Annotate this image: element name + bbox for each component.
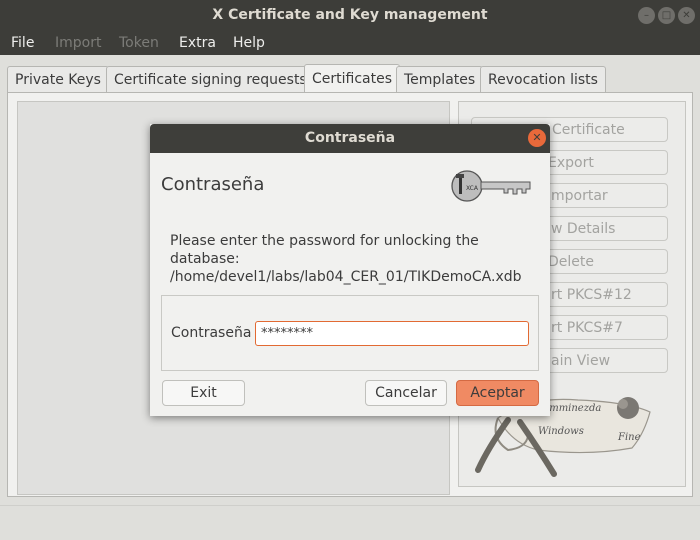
menu-import[interactable]: Import bbox=[55, 35, 101, 51]
minimize-button[interactable]: – bbox=[638, 7, 655, 24]
password-dialog: Contraseña ✕ Contraseña XCA Please enter… bbox=[150, 124, 550, 416]
menu-extra[interactable]: Extra bbox=[179, 35, 216, 51]
logo-text-3: Fine bbox=[617, 432, 641, 443]
window-title: X Certificate and Key management bbox=[212, 7, 488, 23]
dialog-title: Contraseña bbox=[304, 130, 396, 146]
password-label: Contraseña bbox=[171, 325, 252, 341]
tab-certificates[interactable]: Certificates bbox=[304, 64, 401, 93]
menu-help[interactable]: Help bbox=[233, 35, 265, 51]
cancel-button[interactable]: Cancelar bbox=[365, 380, 447, 406]
dialog-titlebar: Contraseña bbox=[150, 124, 550, 153]
database-path: /home/devel1/labs/lab04_CER_01/TIKDemoCA… bbox=[170, 269, 522, 285]
tab-private-keys[interactable]: Private Keys bbox=[7, 66, 109, 92]
tab-csr[interactable]: Certificate signing requests bbox=[106, 66, 315, 92]
close-window-button[interactable]: ✕ bbox=[678, 7, 695, 24]
svg-text:XCA: XCA bbox=[466, 185, 479, 192]
dialog-message: Please enter the password for unlocking … bbox=[170, 232, 550, 286]
exit-button[interactable]: Exit bbox=[162, 380, 245, 406]
logo-text-2: Windows bbox=[538, 426, 584, 437]
menubar: File Import Token Extra Help bbox=[0, 31, 700, 55]
status-bar bbox=[0, 505, 700, 540]
key-icon: XCA bbox=[450, 168, 534, 204]
message-line-1: Please enter the password for unlocking … bbox=[170, 233, 479, 267]
tab-templates[interactable]: Templates bbox=[396, 66, 484, 92]
accept-button[interactable]: Aceptar bbox=[456, 380, 539, 406]
maximize-button[interactable]: □ bbox=[658, 7, 675, 24]
menu-token[interactable]: Token bbox=[119, 35, 159, 51]
menu-file[interactable]: File bbox=[11, 35, 34, 51]
dialog-close-icon[interactable]: ✕ bbox=[528, 129, 546, 147]
window-titlebar: X Certificate and Key management bbox=[0, 0, 700, 31]
tab-revocation-lists[interactable]: Revocation lists bbox=[480, 66, 606, 92]
password-input[interactable]: ******** bbox=[255, 321, 529, 346]
dialog-heading: Contraseña bbox=[161, 174, 265, 195]
